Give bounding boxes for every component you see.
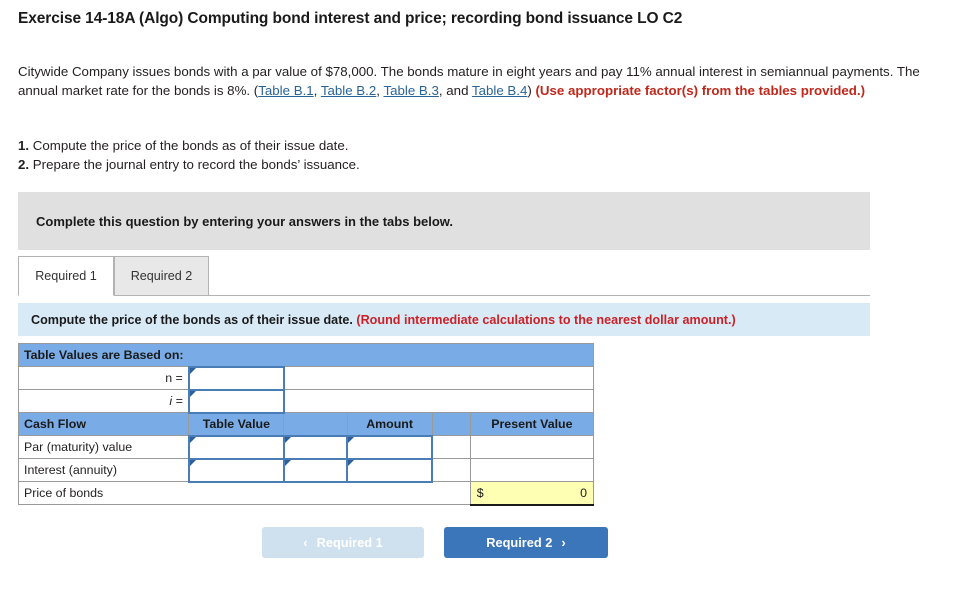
based-on-header-row: Table Values are Based on: [18,343,594,367]
cell-flag-icon [189,459,196,466]
tab-strip: Required 1 Required 2 [18,256,870,297]
table-b2-link[interactable]: Table B.2 [321,83,376,98]
tab-required-2[interactable]: Required 2 [114,256,209,296]
instruction-banner: Complete this question by entering your … [18,192,870,250]
column-header-table-value: Table Value [188,412,285,436]
par-present-value-cell [469,435,595,459]
tab-required-2-label: Required 2 [130,269,193,283]
n-row-filler [283,366,594,390]
chevron-right-icon: › [561,535,566,550]
table-row: Interest (annuity) [17,457,595,483]
problem-text-part2: ) [527,83,536,98]
link-separator-3: , and [438,83,472,98]
exercise-page: Exercise 14-18A (Algo) Computing bond in… [0,0,970,600]
column-header-row: Cash Flow Table Value Amount Present Val… [17,412,595,436]
required-2-next-button[interactable]: Required 2 › [444,527,608,558]
interest-table-value-input[interactable] [189,459,283,481]
required-1-prev-label: Required 1 [316,535,383,550]
interest-amount-cell[interactable] [346,457,434,483]
total-value: 0 [580,485,587,500]
cell-flag-icon [348,459,355,466]
total-row: Price of bonds $ 0 [18,481,595,506]
chevron-left-icon: ‹ [303,535,308,550]
price-of-bonds-total-cell: $ 0 [469,481,595,506]
navigation-buttons: ‹ Required 1 Required 2 › [262,527,612,559]
column-header-present-value: Present Value [469,412,595,436]
exercise-title: Exercise 14-18A (Algo) Computing bond in… [18,10,683,27]
par-amount-cell[interactable] [346,434,434,460]
link-separator-1: , [313,83,321,98]
table-b1-link[interactable]: Table B.1 [258,83,313,98]
tab-instruction-text: Compute the price of the bonds as of the… [18,313,736,327]
n-input[interactable] [189,367,283,389]
column-header-amount: Amount [346,412,433,436]
i-row: i = [17,388,594,414]
cell-flag-icon [284,459,291,466]
interest-mid-cell[interactable] [282,457,349,483]
required-2-next-label: Required 2 [486,535,553,550]
par-table-value-cell[interactable] [187,434,285,460]
total-currency-symbol: $ [476,485,484,500]
interest-amount-input[interactable] [348,459,432,481]
column-header-spacer-2 [431,412,471,436]
tab-required-1-label: Required 1 [35,269,97,283]
cell-flag-icon [189,436,196,443]
required-1-prev-button[interactable]: ‹ Required 1 [262,527,424,558]
interest-table-value-cell[interactable] [187,457,285,483]
n-row: n = [17,365,594,391]
cell-flag-icon [189,390,196,397]
cell-flag-icon [189,367,196,374]
tab-instruction-main: Compute the price of the bonds as of the… [31,312,353,327]
i-row-filler [283,389,594,413]
par-amount-input[interactable] [348,436,432,458]
table-b3-link[interactable]: Table B.3 [383,83,438,98]
requirements-list: 1. Compute the price of the bonds as of … [18,136,718,174]
cell-flag-icon [348,436,355,443]
row-label-par-maturity-value: Par (maturity) value [17,435,190,459]
problem-emphasis: (Use appropriate factor(s) from the tabl… [535,83,866,98]
n-input-cell[interactable] [187,365,285,391]
par-spacer-cell [431,435,471,459]
total-row-label: Price of bonds [18,481,471,505]
requirement-2-number: 2. [18,157,30,172]
table-b4-link[interactable]: Table B.4 [472,83,527,98]
row-label-interest-annuity: Interest (annuity) [17,458,190,482]
table-row: Par (maturity) value [17,434,595,460]
tab-required-1[interactable]: Required 1 [18,256,114,296]
interest-present-value-cell [469,458,595,482]
requirement-2-text: Prepare the journal entry to record the … [32,157,360,172]
par-mid-input[interactable] [284,436,347,458]
par-table-value-input[interactable] [189,436,283,458]
tab-instruction-bar: Compute the price of the bonds as of the… [18,303,870,336]
i-input-cell[interactable] [187,388,285,414]
par-mid-cell[interactable] [282,434,349,460]
requirement-2: 2. Prepare the journal entry to record t… [18,155,718,174]
based-on-header-cell: Table Values are Based on: [18,343,594,367]
i-input[interactable] [189,390,283,412]
requirement-1: 1. Compute the price of the bonds as of … [18,136,718,155]
column-header-cash-flow: Cash Flow [17,412,190,436]
bond-price-worksheet: Table Values are Based on: n = i = Cash … [17,343,595,506]
requirement-1-number: 1. [18,138,30,153]
n-label: n = [17,366,190,390]
i-label: i = [17,389,190,413]
tab-instruction-note: (Round intermediate calculations to the … [356,312,736,327]
interest-spacer-cell [431,458,471,482]
cell-flag-icon [284,436,291,443]
instruction-banner-text: Complete this question by entering your … [36,213,454,229]
interest-mid-input[interactable] [284,459,347,481]
problem-statement: Citywide Company issues bonds with a par… [18,62,934,100]
requirement-1-text: Compute the price of the bonds as of the… [32,138,349,153]
column-header-spacer-1 [283,412,348,436]
